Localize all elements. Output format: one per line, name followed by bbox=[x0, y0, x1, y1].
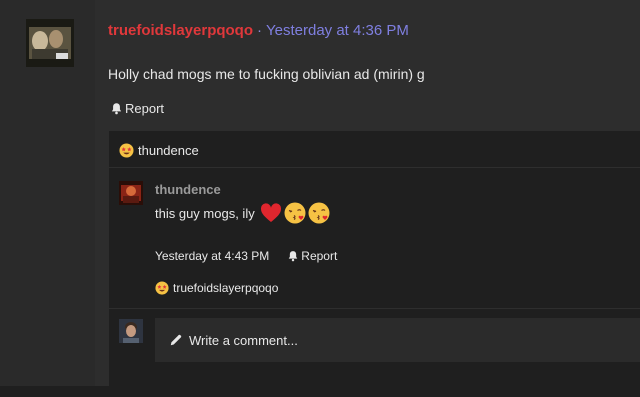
comment-reaction-user: truefoidslayerpqoqo bbox=[173, 281, 279, 295]
comment-report-label: Report bbox=[301, 249, 338, 263]
comment-input[interactable]: Write a comment... bbox=[155, 318, 640, 362]
divider bbox=[109, 167, 640, 168]
post-reactions[interactable]: thundence bbox=[119, 143, 199, 158]
comment-report-button[interactable]: Report bbox=[287, 249, 337, 263]
bottom-strip bbox=[0, 386, 640, 397]
comment-text: this guy mogs, ily bbox=[155, 205, 255, 221]
star-struck-icon bbox=[155, 281, 169, 295]
comment-timestamp[interactable]: Yesterday at 4:43 PM bbox=[155, 249, 269, 263]
heart-icon bbox=[260, 203, 281, 222]
post-body: Holly chad mogs me to fucking oblivian a… bbox=[108, 66, 425, 82]
star-struck-icon bbox=[119, 143, 134, 158]
comment-placeholder: Write a comment... bbox=[189, 332, 298, 348]
kissing-face-icon bbox=[308, 202, 330, 224]
current-user-avatar[interactable] bbox=[119, 319, 143, 343]
report-button[interactable]: Report bbox=[110, 101, 164, 116]
kissing-face-icon bbox=[284, 202, 306, 224]
post-author[interactable]: truefoidslayerpqoqo bbox=[108, 22, 253, 39]
bell-icon bbox=[289, 251, 298, 262]
comment-reactions[interactable]: truefoidslayerpqoqo bbox=[155, 281, 278, 295]
header-separator: · bbox=[257, 22, 263, 39]
post-timestamp[interactable]: Yesterday at 4:36 PM bbox=[266, 22, 409, 39]
comment-author[interactable]: thundence bbox=[155, 182, 221, 197]
reaction-user: thundence bbox=[138, 143, 199, 158]
comment-body: this guy mogs, ily bbox=[155, 202, 330, 224]
report-label: Report bbox=[125, 101, 165, 116]
divider bbox=[109, 308, 640, 309]
comment-avatar[interactable] bbox=[119, 181, 143, 205]
avatar[interactable] bbox=[26, 19, 74, 67]
post-header: truefoidslayerpqoqo · Yesterday at 4:36 PM bbox=[108, 22, 409, 39]
pencil-icon bbox=[169, 333, 183, 347]
bell-icon bbox=[111, 103, 122, 115]
comment-meta: Yesterday at 4:43 PM Report bbox=[155, 249, 337, 263]
